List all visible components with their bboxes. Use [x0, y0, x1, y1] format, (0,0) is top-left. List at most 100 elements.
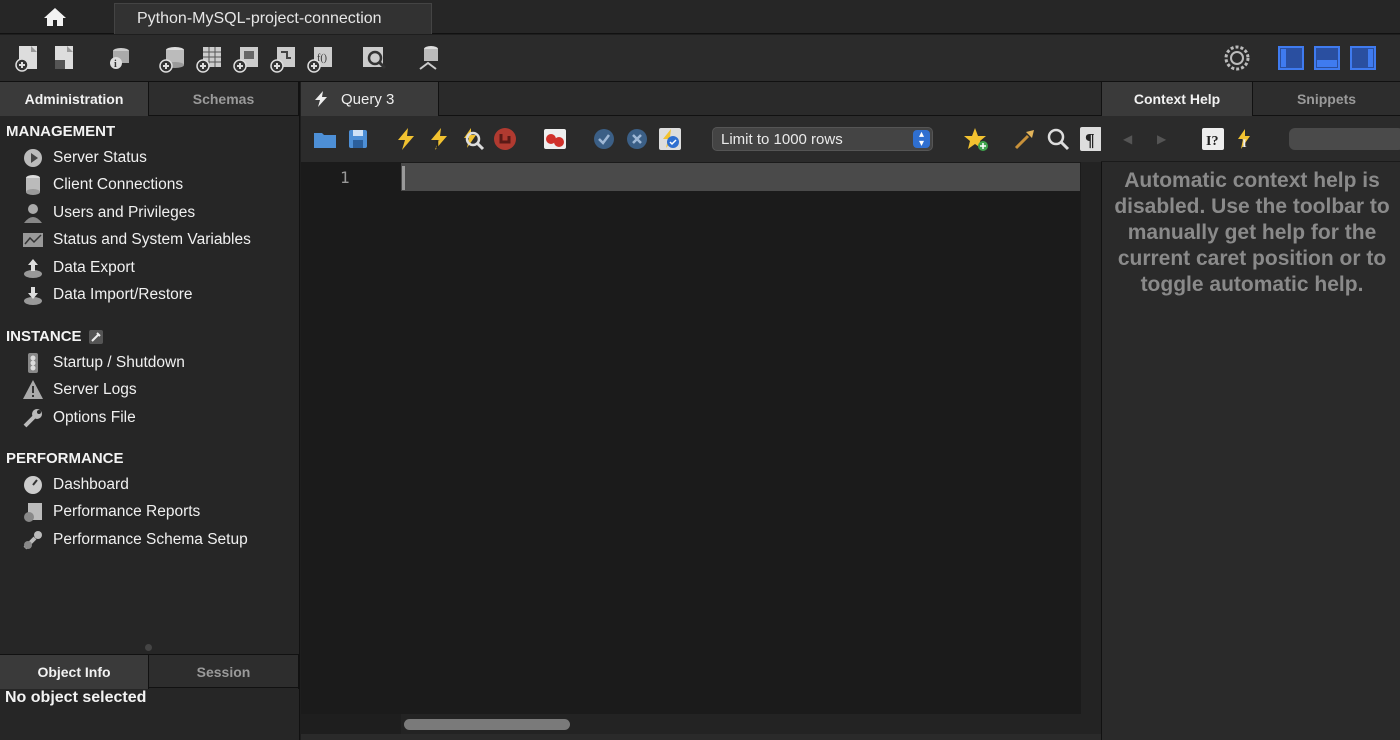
tab-administration[interactable]: Administration — [0, 82, 149, 116]
monitor-chart-icon — [22, 229, 44, 251]
toggle-secondary-sidebar-icon[interactable] — [1348, 43, 1378, 73]
explain-icon[interactable] — [459, 126, 485, 152]
open-sql-script-icon[interactable] — [50, 43, 80, 73]
limit-rows-select[interactable]: Limit to 1000 rows ▴ ▾ — [712, 127, 933, 151]
stop-icon[interactable] — [492, 126, 518, 152]
connection-tab[interactable]: Python-MySQL-project-connection — [114, 3, 432, 34]
create-view-icon[interactable] — [232, 43, 262, 73]
sidebar-item-server-status[interactable]: Server Status — [22, 145, 147, 171]
additions-tabs: Context Help Snippets — [1102, 82, 1400, 116]
sidebar-item-server-logs[interactable]: Server Logs — [22, 377, 137, 403]
new-sql-tab-icon[interactable] — [14, 43, 44, 73]
auto-help-toggle-icon[interactable]: I — [1233, 127, 1257, 151]
open-file-icon[interactable] — [312, 126, 338, 152]
tab-query-3[interactable]: Query 3 — [301, 82, 439, 116]
navigator-tabs: Administration Schemas — [0, 82, 299, 116]
performance-heading: PERFORMANCE — [6, 450, 124, 467]
report-icon — [22, 501, 44, 523]
gauge-icon — [22, 474, 44, 496]
vertical-scrollbar[interactable] — [1081, 162, 1101, 714]
rollback-icon[interactable] — [624, 126, 650, 152]
create-table-icon[interactable] — [195, 43, 225, 73]
tab-session[interactable]: Session — [149, 655, 299, 689]
database-icon — [22, 174, 44, 196]
sidebar-item-users-privileges[interactable]: Users and Privileges — [22, 200, 195, 226]
sidebar-item-label: Dashboard — [53, 476, 129, 493]
sidebar-item-label: Status and System Variables — [53, 231, 251, 248]
query-tab-label: Query 3 — [341, 90, 395, 108]
wrench-icon — [88, 329, 103, 344]
play-circle-icon — [22, 147, 44, 169]
workbench-window: Python-MySQL-project-connection i f() Ad… — [0, 0, 1400, 740]
toggle-output-icon[interactable] — [1312, 43, 1342, 73]
reconnect-icon[interactable] — [414, 43, 444, 73]
save-icon[interactable] — [345, 126, 371, 152]
sidebar-item-options-file[interactable]: Options File — [22, 405, 136, 431]
manual-help-icon[interactable]: I? — [1201, 127, 1225, 151]
sidebar-item-data-export[interactable]: Data Export — [22, 255, 135, 281]
autocommit-icon[interactable] — [657, 126, 683, 152]
tools-icon — [22, 529, 44, 551]
sidebar-item-label: Options File — [53, 409, 136, 426]
navigator-sidebar: Administration Schemas MANAGEMENT Server… — [0, 82, 300, 740]
svg-text:¶: ¶ — [1085, 130, 1095, 150]
sidebar-item-label: Startup / Shutdown — [53, 354, 185, 371]
sidebar-item-status-variables[interactable]: Status and System Variables — [22, 227, 251, 253]
editor-status-bar — [301, 734, 1101, 740]
chevron-updown-icon: ▴ ▾ — [913, 130, 930, 149]
sql-editor[interactable] — [301, 162, 1081, 714]
inspector-icon[interactable]: i — [104, 43, 134, 73]
sidebar-item-performance-schema-setup[interactable]: Performance Schema Setup — [22, 527, 248, 553]
find-icon[interactable] — [1045, 126, 1071, 152]
lightning-icon — [315, 91, 327, 107]
management-heading: MANAGEMENT — [6, 123, 116, 140]
help-search-input[interactable] — [1289, 128, 1400, 150]
forward-arrow-icon[interactable]: ▶ — [1157, 132, 1166, 146]
toggle-error-stop-icon[interactable] — [542, 126, 568, 152]
back-arrow-icon[interactable]: ◀ — [1123, 132, 1132, 146]
traffic-light-icon — [22, 352, 44, 374]
sidebar-item-data-import[interactable]: Data Import/Restore — [22, 282, 193, 308]
create-function-icon[interactable]: f() — [306, 43, 336, 73]
user-icon — [22, 202, 44, 224]
limit-rows-value: Limit to 1000 rows — [721, 130, 843, 148]
splitter-handle[interactable] — [145, 644, 152, 651]
tab-snippets[interactable]: Snippets — [1253, 82, 1400, 116]
add-snippet-icon[interactable] — [963, 126, 989, 152]
sidebar-item-label: Performance Schema Setup — [53, 531, 248, 548]
sidebar-item-performance-reports[interactable]: Performance Reports — [22, 499, 200, 525]
main-toolbar: i f() — [0, 35, 1400, 82]
tab-object-info[interactable]: Object Info — [0, 655, 149, 689]
wrench-icon — [22, 407, 44, 429]
settings-icon[interactable] — [1222, 43, 1252, 73]
home-button[interactable] — [0, 0, 110, 34]
sidebar-item-label: Users and Privileges — [53, 204, 196, 221]
sidebar-item-client-connections[interactable]: Client Connections — [22, 172, 183, 198]
export-icon — [22, 257, 44, 279]
sidebar-item-dashboard[interactable]: Dashboard — [22, 472, 129, 498]
svg-text:I: I — [1242, 136, 1247, 150]
create-procedure-icon[interactable] — [269, 43, 299, 73]
commit-icon[interactable] — [591, 126, 617, 152]
horizontal-scroll-thumb[interactable] — [404, 719, 570, 730]
current-line-highlight — [401, 163, 1080, 191]
sidebar-item-startup-shutdown[interactable]: Startup / Shutdown — [22, 350, 185, 376]
toggle-sidebar-icon[interactable] — [1276, 43, 1306, 73]
editor-toolbar: I ¶ — [301, 116, 1102, 162]
home-icon — [44, 8, 66, 26]
create-schema-icon[interactable] — [158, 43, 188, 73]
caret — [402, 166, 405, 190]
info-tabs: Object Info Session — [0, 654, 299, 689]
execute-icon[interactable] — [393, 126, 419, 152]
beautify-icon[interactable] — [1012, 126, 1038, 152]
svg-text:i: i — [114, 59, 117, 70]
svg-text:I?: I? — [1206, 134, 1218, 149]
instance-heading-label: INSTANCE — [6, 328, 82, 345]
tab-schemas[interactable]: Schemas — [149, 82, 299, 116]
execute-current-statement-icon[interactable]: I — [426, 126, 452, 152]
tab-context-help[interactable]: Context Help — [1102, 82, 1253, 116]
search-table-data-icon[interactable] — [360, 43, 390, 73]
context-help-message: Automatic context help is disabled. Use … — [1114, 169, 1390, 296]
warning-icon — [22, 379, 44, 401]
title-bar: Python-MySQL-project-connection — [0, 0, 1400, 34]
